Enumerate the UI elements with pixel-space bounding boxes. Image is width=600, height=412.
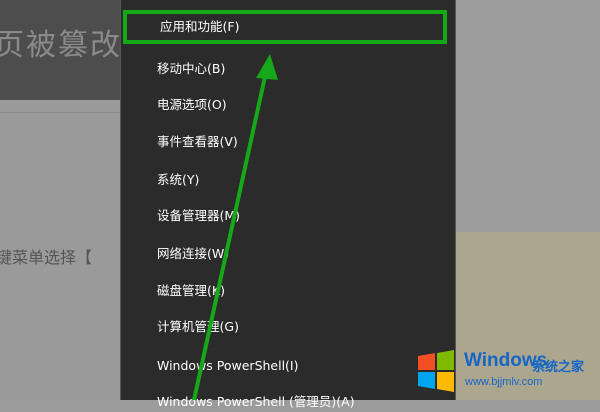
watermark-url: www.bjjmlv.com: [465, 376, 543, 388]
watermark-subtitle: 系统之家: [532, 360, 585, 375]
arrow-shaft: [192, 70, 268, 400]
watermark: Windows 系统之家 www.bjjmlv.com: [416, 350, 596, 394]
windows-logo-icon: [418, 350, 454, 392]
arrow-head-icon: [256, 54, 278, 80]
annotation-arrow: [192, 54, 278, 400]
